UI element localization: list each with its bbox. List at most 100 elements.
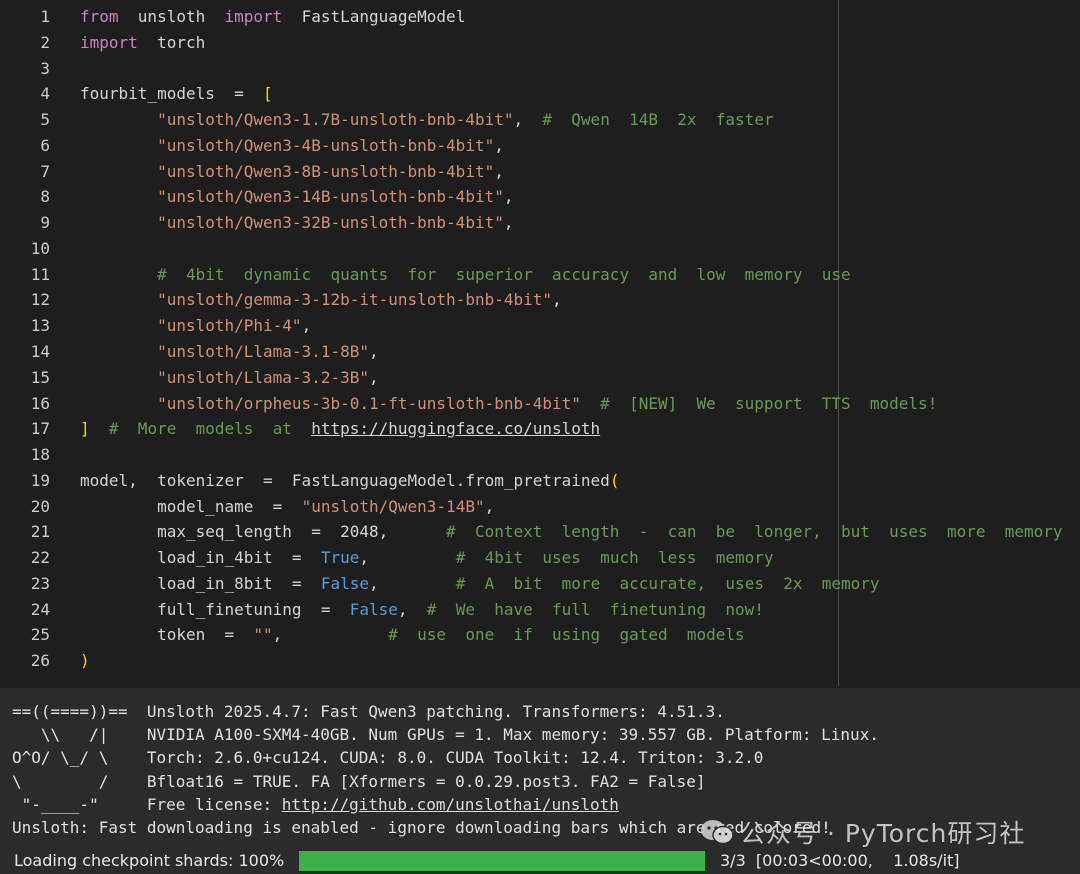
code-line[interactable]: 8 "unsloth/Qwen3-14B-unsloth-bnb-4bit",	[0, 184, 1080, 210]
line-number: 21	[30, 522, 50, 542]
code-token: ,	[272, 625, 389, 645]
code-token: import	[80, 32, 138, 52]
code-text: "unsloth/Qwen3-32B-unsloth-bnb-4bit",	[80, 210, 513, 236]
code-line[interactable]: 16 "unsloth/orpheus-3b-0.1-ft-unsloth-bn…	[0, 391, 1080, 417]
code-token: full_finetuning =	[80, 599, 350, 619]
code-token: [	[263, 84, 273, 104]
code-line[interactable]: 15 "unsloth/Llama-3.2-3B",	[0, 365, 1080, 391]
code-line[interactable]: 22 load_in_4bit = True, # 4bit uses much…	[0, 545, 1080, 571]
code-line[interactable]: 11 # 4bit dynamic quants for superior ac…	[0, 262, 1080, 288]
line-number: 20	[30, 496, 50, 516]
code-token: import	[224, 7, 283, 26]
line-number: 25	[30, 625, 50, 645]
code-line[interactable]: 10	[0, 236, 1080, 262]
code-text: "unsloth/gemma-3-12b-it-unsloth-bnb-4bit…	[80, 287, 562, 313]
progress-count: 3/3 [00:03<00:00, 1.08s/it]	[720, 851, 960, 870]
output-line: ==((====))== Unsloth 2025.4.7: Fast Qwen…	[12, 700, 725, 723]
code-line[interactable]: 23 load_in_8bit = False, # A bit more ac…	[0, 571, 1080, 597]
code-token: # Context length - can be longer, but us…	[446, 522, 1063, 542]
line-number: 23	[30, 573, 50, 593]
code-line[interactable]: 3	[0, 56, 1080, 82]
code-token: ,	[503, 187, 514, 207]
line-number: 8	[40, 187, 50, 207]
banner-art: O^O/ \_/ \	[12, 748, 147, 768]
code-token: ,	[494, 135, 504, 155]
code-text: "unsloth/Qwen3-4B-unsloth-bnb-4bit",	[80, 133, 504, 159]
code-line[interactable]: 1 from unsloth import FastLanguageModel	[0, 4, 1080, 30]
code-token: # 4bit dynamic quants for superior accur…	[157, 264, 851, 284]
code-token: "unsloth/Qwen3-8B-unsloth-bnb-4bit"	[157, 161, 495, 181]
output-line: \ / Bfloat16 = TRUE. FA [Xformers = 0.0.…	[12, 770, 706, 793]
code-text: "unsloth/Llama-3.2-3B",	[80, 365, 379, 391]
watermark-text: 公众号 · PyTorch研习社	[740, 819, 1026, 848]
code-token: # Qwen 14B 2x faster	[542, 110, 774, 130]
line-number: 10	[30, 238, 50, 258]
code-token: (	[609, 470, 620, 490]
code-link[interactable]: https://huggingface.co/unsloth	[311, 419, 600, 438]
code-line[interactable]: 19 model, tokenizer = FastLanguageModel.f…	[0, 468, 1080, 494]
code-text: model_name = "unsloth/Qwen3-14B",	[80, 494, 494, 520]
code-line[interactable]: 21 max_seq_length = 2048, # Context leng…	[0, 519, 1080, 545]
code-token: # use one if using gated models	[388, 625, 745, 645]
code-token: load_in_4bit =	[80, 548, 321, 568]
code-token: "unsloth/Qwen3-4B-unsloth-bnb-4bit"	[157, 135, 495, 155]
code-token: ,	[368, 367, 379, 387]
code-token: "unsloth/Llama-3.2-3B"	[157, 367, 369, 387]
code-editor[interactable]: 1 from unsloth import FastLanguageModel 2 i…	[0, 0, 1080, 686]
output-line: O^O/ \_/ \ Torch: 2.6.0+cu124. CUDA: 8.0…	[12, 746, 763, 769]
code-token: token =	[80, 625, 254, 645]
line-number: 13	[30, 316, 50, 336]
code-text: import torch	[80, 30, 205, 56]
line-number: 11	[30, 264, 50, 284]
code-line[interactable]: 13 "unsloth/Phi-4",	[0, 313, 1080, 339]
code-line[interactable]: 5 "unsloth/Qwen3-1.7B-unsloth-bnb-4bit",…	[0, 107, 1080, 133]
code-line[interactable]: 7 "unsloth/Qwen3-8B-unsloth-bnb-4bit",	[0, 159, 1080, 185]
code-line[interactable]: 17] # More models at https://huggingface…	[0, 416, 1080, 442]
code-token: ]	[80, 419, 90, 439]
code-token: FastLanguageModel	[282, 7, 466, 26]
code-token: fourbit_models =	[80, 84, 264, 104]
code-token: # 4bit uses much less memory	[455, 548, 774, 568]
code-token: # More models at	[108, 419, 312, 439]
output-text: Torch: 2.6.0+cu124. CUDA: 8.0. CUDA Tool…	[146, 748, 764, 768]
code-text: load_in_8bit = False, # A bit more accur…	[80, 571, 879, 597]
code-token: ,	[369, 573, 456, 593]
line-number: 6	[40, 135, 50, 155]
code-token: ,	[494, 161, 504, 181]
code-line[interactable]: 14 "unsloth/Llama-3.1-8B",	[0, 339, 1080, 365]
code-text: # 4bit dynamic quants for superior accur…	[80, 262, 851, 288]
code-text: model, tokenizer = FastLanguageModel.fro…	[80, 468, 619, 494]
line-number: 2	[40, 32, 50, 52]
code-line[interactable]: 26)	[0, 648, 1080, 674]
code-line[interactable]: 2 import torch	[0, 30, 1080, 56]
output-line: \\ /| NVIDIA A100-SXM4-40GB. Num GPUs = …	[12, 723, 879, 746]
watermark: 公众号 · PyTorch研习社	[700, 812, 1025, 852]
code-text: full_finetuning = False, # We have full …	[80, 597, 764, 623]
code-line[interactable]: 20 model_name = "unsloth/Qwen3-14B",	[0, 494, 1080, 520]
code-text: from unsloth import FastLanguageModel	[80, 4, 465, 30]
code-text: "unsloth/Phi-4",	[80, 313, 311, 339]
code-text: )	[80, 648, 90, 674]
code-text: max_seq_length = 2048, # Context length …	[80, 519, 1063, 545]
code-line[interactable]: 24 full_finetuning = False, # We have fu…	[0, 597, 1080, 623]
code-line[interactable]: 6 "unsloth/Qwen3-4B-unsloth-bnb-4bit",	[0, 133, 1080, 159]
banner-art: "-____-"	[12, 794, 147, 814]
line-number: 26	[30, 651, 50, 671]
code-line[interactable]: 18	[0, 442, 1080, 468]
code-line[interactable]: 9 "unsloth/Qwen3-32B-unsloth-bnb-4bit",	[0, 210, 1080, 236]
code-line[interactable]: 4 fourbit_models = [	[0, 81, 1080, 107]
output-line: "-____-" Free license: http://github.com…	[12, 793, 619, 816]
output-text: Unsloth 2025.4.7: Fast Qwen3 patching. T…	[146, 702, 725, 721]
code-line[interactable]: 12 "unsloth/gemma-3-12b-it-unsloth-bnb-4…	[0, 287, 1080, 313]
code-token: unsloth	[118, 7, 225, 26]
license-link[interactable]: http://github.com/unslothai/unsloth	[282, 795, 619, 814]
code-line[interactable]: 25 token = "", # use one if using gated …	[0, 622, 1080, 648]
code-token: "unsloth/Llama-3.1-8B"	[157, 342, 369, 361]
code-token: ,	[359, 548, 456, 568]
